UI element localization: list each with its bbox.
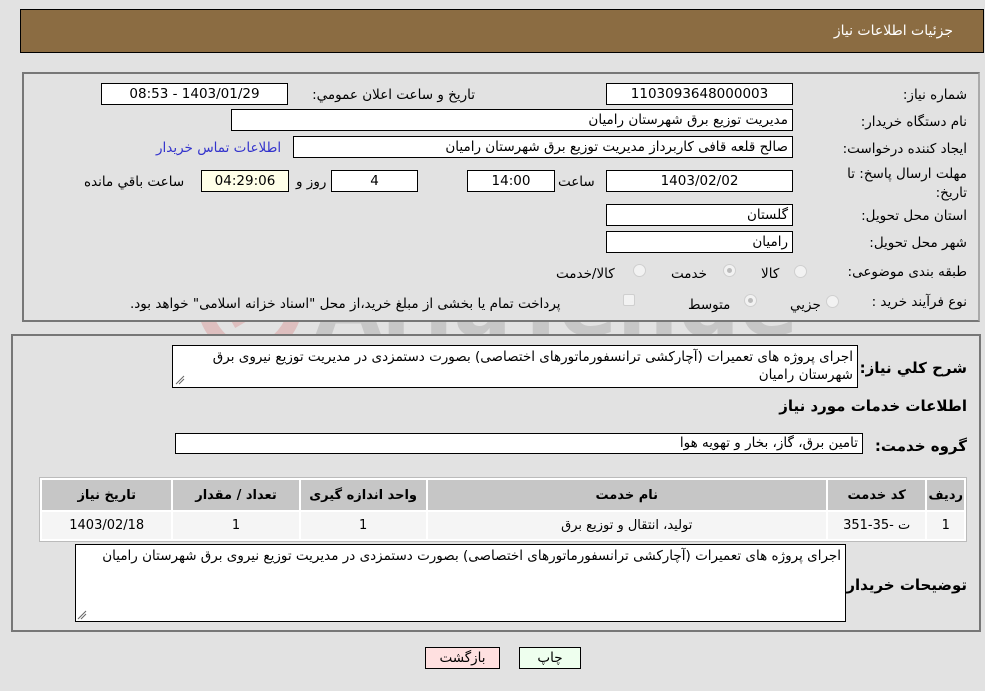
services-table: تاریخ نیاز تعداد / مقدار واحد اندازه گیر… [39, 477, 967, 542]
cell-unit: 1 [300, 512, 426, 539]
buyer-notes-textarea[interactable]: اجرای پروژه های تعمیرات (آچارکشی ترانسفو… [75, 544, 846, 622]
announce-date-field[interactable]: 1403/01/29 - 08:53 [101, 83, 288, 105]
col-row: ردیف [927, 480, 964, 510]
category-label: طبقه بندی موضوعی: [847, 264, 967, 280]
days-remaining-field[interactable]: 4 [331, 170, 418, 192]
cell-need-date: 1403/02/18 [42, 512, 172, 539]
page-title: جزئیات اطلاعات نیاز [833, 23, 953, 39]
city-field[interactable]: رامیان [606, 231, 793, 253]
need-number-field[interactable]: 1103093648000003 [606, 83, 793, 105]
col-service-code: کد خدمت [827, 480, 926, 510]
table-header-row: تاریخ نیاز تعداد / مقدار واحد اندازه گیر… [42, 480, 964, 510]
col-need-date: تاریخ نیاز [42, 480, 172, 510]
category-radio-goods[interactable] [794, 265, 807, 278]
process-radio-minor[interactable] [826, 295, 839, 308]
col-quantity: تعداد / مقدار [173, 480, 299, 510]
buyer-org-field[interactable]: مدیریت توزیع برق شهرستان رامیان [231, 109, 793, 131]
category-option-service: خدمت [671, 266, 707, 282]
summary-text: اجرای پروژه های تعمیرات (آچارکشی ترانسفو… [212, 349, 853, 383]
need-number-label: شماره نیاز: [902, 87, 967, 103]
buyer-org-label: نام دستگاه خریدار: [860, 114, 967, 130]
summary-label: شرح کلي نیاز: [859, 359, 967, 377]
category-option-goods-service: کالا/خدمت [556, 266, 615, 282]
col-service-name: نام خدمت [427, 480, 826, 510]
cell-service-name: تولید، انتقال و توزیع برق [427, 512, 826, 539]
buyer-notes-label: توضیحات خریدار: [840, 576, 967, 594]
cell-row: 1 [927, 512, 964, 539]
category-option-goods: کالا [761, 266, 780, 282]
announce-date-label: تاریخ و ساعت اعلان عمومي: [312, 87, 475, 103]
days-label: روز و [296, 174, 327, 190]
deadline-time-field[interactable]: 14:00 [467, 170, 555, 192]
creator-field[interactable]: صالح قلعه قافی کاربرداز مدیریت توزیع برق… [293, 136, 793, 158]
col-unit: واحد اندازه گیری [300, 480, 426, 510]
page-header: جزئیات اطلاعات نیاز [20, 9, 984, 53]
category-radio-service[interactable] [723, 264, 736, 277]
creator-label: ایجاد کننده درخواست: [842, 141, 967, 157]
remaining-label: ساعت باقي مانده [84, 174, 185, 190]
treasury-note: پرداخت تمام یا بخشی از مبلغ خرید،از محل … [130, 296, 561, 312]
cell-service-code: ت -35-351 [827, 512, 926, 539]
deadline-time-label: ساعت [558, 174, 595, 190]
city-label: شهر محل تحویل: [869, 235, 967, 251]
process-option-medium: متوسط [688, 297, 731, 313]
province-field[interactable]: گلستان [606, 204, 793, 226]
table-row: 1403/02/18 1 1 تولید، انتقال و توزیع برق… [42, 512, 964, 539]
service-group-label: گروه خدمت: [874, 437, 967, 455]
back-button[interactable]: بازگشت [425, 647, 500, 669]
resize-grip-icon[interactable] [175, 375, 185, 385]
treasury-checkbox[interactable] [623, 294, 635, 306]
category-radio-goods-service[interactable] [633, 264, 646, 277]
process-radio-medium[interactable] [744, 294, 757, 307]
cell-quantity: 1 [173, 512, 299, 539]
print-button[interactable]: چاپ [519, 647, 581, 669]
deadline-date-field[interactable]: 1403/02/02 [606, 170, 793, 192]
deadline-label: مهلت ارسال پاسخ: تا تاریخ: [847, 166, 967, 201]
buyer-notes-text: اجرای پروژه های تعمیرات (آچارکشی ترانسفو… [102, 548, 841, 564]
services-heading: اطلاعات خدمات مورد نیاز [779, 397, 967, 415]
service-group-field[interactable]: تامین برق، گاز، بخار و تهویه هوا [175, 433, 863, 454]
remaining-time-field[interactable]: 04:29:06 [201, 170, 289, 192]
summary-textarea[interactable]: اجرای پروژه های تعمیرات (آچارکشی ترانسفو… [172, 345, 858, 388]
province-label: استان محل تحویل: [861, 208, 967, 224]
process-type-label: نوع فرآیند خرید : [871, 294, 967, 310]
resize-grip-icon[interactable] [77, 610, 87, 620]
process-option-minor: جزيي [790, 297, 821, 313]
buyer-contact-link[interactable]: اطلاعات تماس خریدار [156, 140, 281, 156]
